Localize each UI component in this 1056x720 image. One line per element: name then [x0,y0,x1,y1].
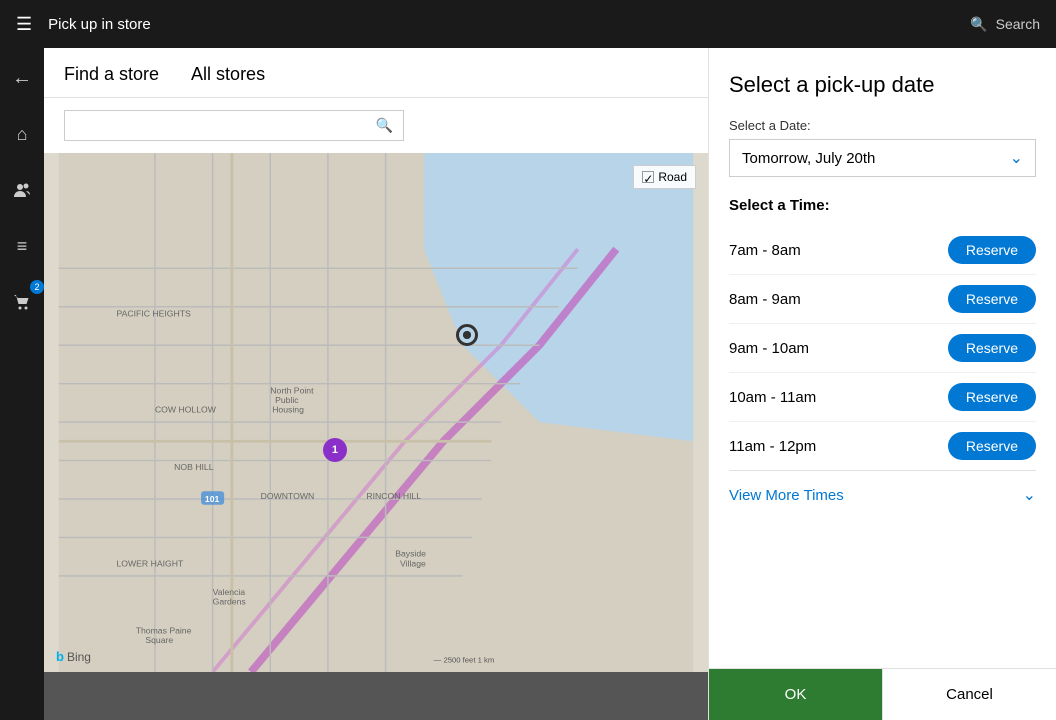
search-area: 🔍 Search [970,16,1040,33]
time-slot-2: 9am - 10am Reserve [729,324,1036,373]
right-panel: Select a pick-up date Select a Date: Tom… [708,48,1056,720]
reserve-button-4[interactable]: Reserve [948,432,1036,460]
time-text-1: 8am - 9am [729,291,801,308]
search-text[interactable]: Search [996,16,1040,32]
cart-badge: 2 [30,280,44,294]
time-slot-4: 11am - 12pm Reserve [729,422,1036,470]
users-icon[interactable] [4,172,40,208]
road-toggle[interactable]: ✓ Road [633,165,696,189]
time-text-0: 7am - 8am [729,242,801,259]
reserve-button-2[interactable]: Reserve [948,334,1036,362]
reserve-button-3[interactable]: Reserve [948,383,1036,411]
svg-text:RINCON HILL: RINCON HILL [366,491,421,501]
store-subtitle: All stores [191,64,265,85]
road-checkbox[interactable]: ✓ [642,171,654,183]
svg-text:Valencia: Valencia [213,587,246,597]
road-label: Road [658,170,687,184]
top-bar: ☰ Pick up in store 🔍 Search [0,0,1056,48]
svg-text:NOB HILL: NOB HILL [174,462,214,472]
left-sidebar: ← ⌂ ≡ 2 [0,48,44,720]
svg-text:Public: Public [275,395,299,405]
reserve-button-1[interactable]: Reserve [948,285,1036,313]
svg-text:North Point: North Point [270,385,314,395]
svg-text:PACIFIC HEIGHTS: PACIFIC HEIGHTS [117,308,191,318]
panel-title: Select a pick-up date [729,72,1036,98]
svg-text:DOWNTOWN: DOWNTOWN [261,491,315,501]
svg-text:Bayside: Bayside [395,549,426,559]
svg-text:LOWER HAIGHT: LOWER HAIGHT [117,558,184,568]
cancel-button[interactable]: Cancel [882,669,1056,720]
date-label: Select a Date: [729,118,1036,133]
app-title: Pick up in store [48,16,970,33]
map-pin-target [456,324,478,346]
store-search-box[interactable]: 🔍 [64,110,404,141]
map-container: COW HOLLOW NOB HILL DOWNTOWN PACIFIC HEI… [44,153,708,672]
svg-text:Gardens: Gardens [213,597,247,607]
svg-text:Thomas Paine: Thomas Paine [136,626,192,636]
reserve-button-0[interactable]: Reserve [948,236,1036,264]
svg-text:COW HOLLOW: COW HOLLOW [155,405,217,415]
time-slot-0: 7am - 8am Reserve [729,226,1036,275]
map-svg: COW HOLLOW NOB HILL DOWNTOWN PACIFIC HEI… [44,153,708,672]
time-slot-1: 8am - 9am Reserve [729,275,1036,324]
time-label: Select a Time: [729,197,1036,214]
view-more-row[interactable]: View More Times ⌄ [729,470,1036,513]
time-text-4: 11am - 12pm [729,438,816,455]
store-header: Find a store All stores [44,48,708,98]
store-search-input[interactable] [75,118,376,134]
center-content: Find a store All stores 🔍 [44,48,708,720]
bing-label: Bing [67,650,91,664]
time-text-2: 9am - 10am [729,340,809,357]
map-footer-bar [44,672,708,720]
time-slot-3: 10am - 11am Reserve [729,373,1036,422]
time-slots-container: 7am - 8amReserve8am - 9amReserve9am - 10… [729,226,1036,470]
svg-text:— 2500 feet 1 km: — 2500 feet 1 km [434,655,495,664]
svg-text:Square: Square [145,635,173,645]
view-more-text[interactable]: View More Times [729,487,844,504]
map-background: COW HOLLOW NOB HILL DOWNTOWN PACIFIC HEI… [44,153,708,672]
time-text-3: 10am - 11am [729,389,816,406]
svg-text:Village: Village [400,558,426,568]
hamburger-icon[interactable]: ☰ [16,14,32,35]
ok-button[interactable]: OK [709,669,882,720]
date-chevron-icon: ⌄ [1010,148,1023,168]
main-area: ← ⌂ ≡ 2 Find a store All stores [0,48,1056,720]
panel-content: Select a pick-up date Select a Date: Tom… [709,48,1056,668]
date-dropdown[interactable]: Tomorrow, July 20th ⌄ [729,139,1036,177]
panel-footer: OK Cancel [709,668,1056,720]
date-value: Tomorrow, July 20th [742,150,875,167]
store-title: Find a store [64,64,159,85]
svg-text:Housing: Housing [272,405,304,415]
store-search-button[interactable]: 🔍 [376,117,393,134]
cart-icon-container[interactable]: 2 [4,284,40,320]
bing-logo: b Bing [56,649,91,664]
menu-lines-icon[interactable]: ≡ [4,228,40,264]
view-more-chevron-icon: ⌄ [1023,485,1036,505]
back-button[interactable]: ← [4,60,40,96]
home-icon[interactable]: ⌂ [4,116,40,152]
search-icon-top: 🔍 [970,16,987,33]
search-box-row: 🔍 [44,98,708,153]
svg-text:101: 101 [205,494,220,504]
